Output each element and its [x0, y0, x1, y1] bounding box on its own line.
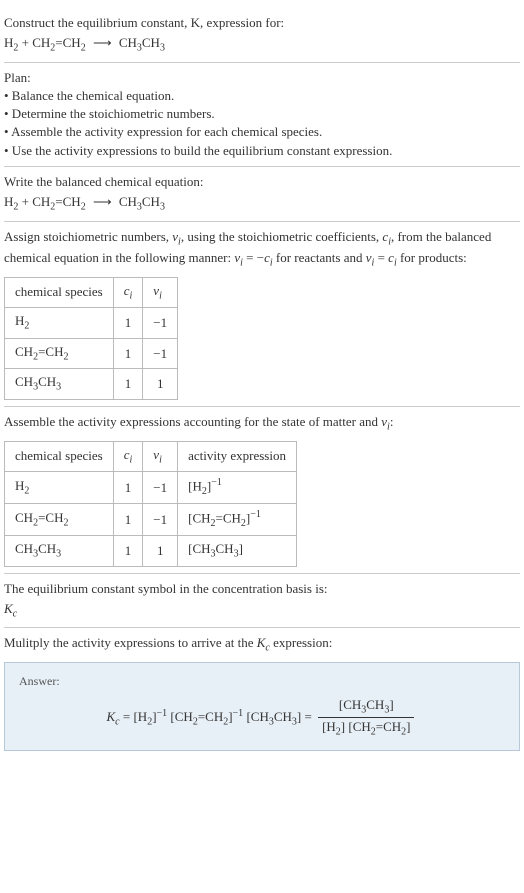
cell-c: 1	[113, 504, 143, 536]
arrow-icon: ⟶	[93, 34, 112, 52]
table-row: H2 1 −1 [H2]−1	[5, 472, 297, 504]
balanced-section: Write the balanced chemical equation: H2…	[4, 167, 520, 222]
stoich-text: Assign stoichiometric numbers, νi, using…	[4, 228, 520, 271]
balanced-equation: H2 + CH2=CH2 ⟶ CH3CH3	[4, 193, 520, 215]
cell-species: H2	[5, 472, 114, 504]
cell-nu: −1	[143, 338, 178, 369]
answer-label: Answer:	[19, 673, 505, 690]
cell-nu: 1	[143, 369, 178, 400]
cell-nu: 1	[143, 536, 178, 567]
stoich-table: chemical species ci νi H2 1 −1 CH2=CH2 1…	[4, 277, 178, 400]
kc-symbol-text: The equilibrium constant symbol in the c…	[4, 580, 520, 598]
answer-equation: Kc = [H2]−1 [CH2=CH2]−1 [CH3CH3] = [CH3C…	[19, 696, 505, 740]
cell-species: CH3CH3	[5, 536, 114, 567]
cell-activity: [CH2=CH2]−1	[178, 504, 297, 536]
kc-symbol: Kc	[4, 600, 520, 622]
cell-nu: −1	[143, 308, 178, 339]
col-nu: νi	[143, 277, 178, 308]
col-activity: activity expression	[178, 441, 297, 472]
numerator: [CH3CH3]	[318, 696, 414, 719]
col-species: chemical species	[5, 277, 114, 308]
cell-activity: [CH3CH3]	[178, 536, 297, 567]
denominator: [H2] [CH2=CH2]	[318, 718, 414, 740]
col-nu: νi	[143, 441, 178, 472]
table-row: H2 1 −1	[5, 308, 178, 339]
plan-bullet: • Use the activity expressions to build …	[4, 142, 520, 160]
cell-species: CH2=CH2	[5, 338, 114, 369]
multiply-section: Mulitply the activity expressions to arr…	[4, 628, 520, 757]
intro-section: Construct the equilibrium constant, K, e…	[4, 8, 520, 63]
answer-box: Answer: Kc = [H2]−1 [CH2=CH2]−1 [CH3CH3]…	[4, 662, 520, 751]
multiply-text: Mulitply the activity expressions to arr…	[4, 634, 520, 656]
activity-section: Assemble the activity expressions accoun…	[4, 407, 520, 574]
cell-activity: [H2]−1	[178, 472, 297, 504]
col-c: ci	[113, 277, 143, 308]
cell-nu: −1	[143, 472, 178, 504]
cell-species: CH2=CH2	[5, 504, 114, 536]
cell-species: CH3CH3	[5, 369, 114, 400]
table-row: CH2=CH2 1 −1 [CH2=CH2]−1	[5, 504, 297, 536]
cell-c: 1	[113, 369, 143, 400]
activity-table: chemical species ci νi activity expressi…	[4, 441, 297, 567]
cell-species: H2	[5, 308, 114, 339]
table-header-row: chemical species ci νi	[5, 277, 178, 308]
intro-text: Construct the equilibrium constant, K, e…	[4, 14, 520, 32]
table-row: CH3CH3 1 1 [CH3CH3]	[5, 536, 297, 567]
table-header-row: chemical species ci νi activity expressi…	[5, 441, 297, 472]
activity-text: Assemble the activity expressions accoun…	[4, 413, 520, 435]
balanced-title: Write the balanced chemical equation:	[4, 173, 520, 191]
cell-nu: −1	[143, 504, 178, 536]
arrow-icon: ⟶	[93, 193, 112, 211]
plan-bullet: • Balance the chemical equation.	[4, 87, 520, 105]
cell-c: 1	[113, 308, 143, 339]
intro-line: Construct the equilibrium constant, K, e…	[4, 15, 284, 30]
col-c: ci	[113, 441, 143, 472]
kc-symbol-section: The equilibrium constant symbol in the c…	[4, 574, 520, 629]
plan-bullet: • Assemble the activity expression for e…	[4, 123, 520, 141]
table-row: CH3CH3 1 1	[5, 369, 178, 400]
plan-section: Plan: • Balance the chemical equation. •…	[4, 63, 520, 167]
intro-equation: H2 + CH2=CH2 ⟶ CH3CH3	[4, 34, 520, 56]
cell-c: 1	[113, 472, 143, 504]
stoich-section: Assign stoichiometric numbers, νi, using…	[4, 222, 520, 408]
plan-bullet: • Determine the stoichiometric numbers.	[4, 105, 520, 123]
table-row: CH2=CH2 1 −1	[5, 338, 178, 369]
col-species: chemical species	[5, 441, 114, 472]
cell-c: 1	[113, 338, 143, 369]
plan-title: Plan:	[4, 69, 520, 87]
cell-c: 1	[113, 536, 143, 567]
fraction: [CH3CH3] [H2] [CH2=CH2]	[318, 696, 414, 740]
